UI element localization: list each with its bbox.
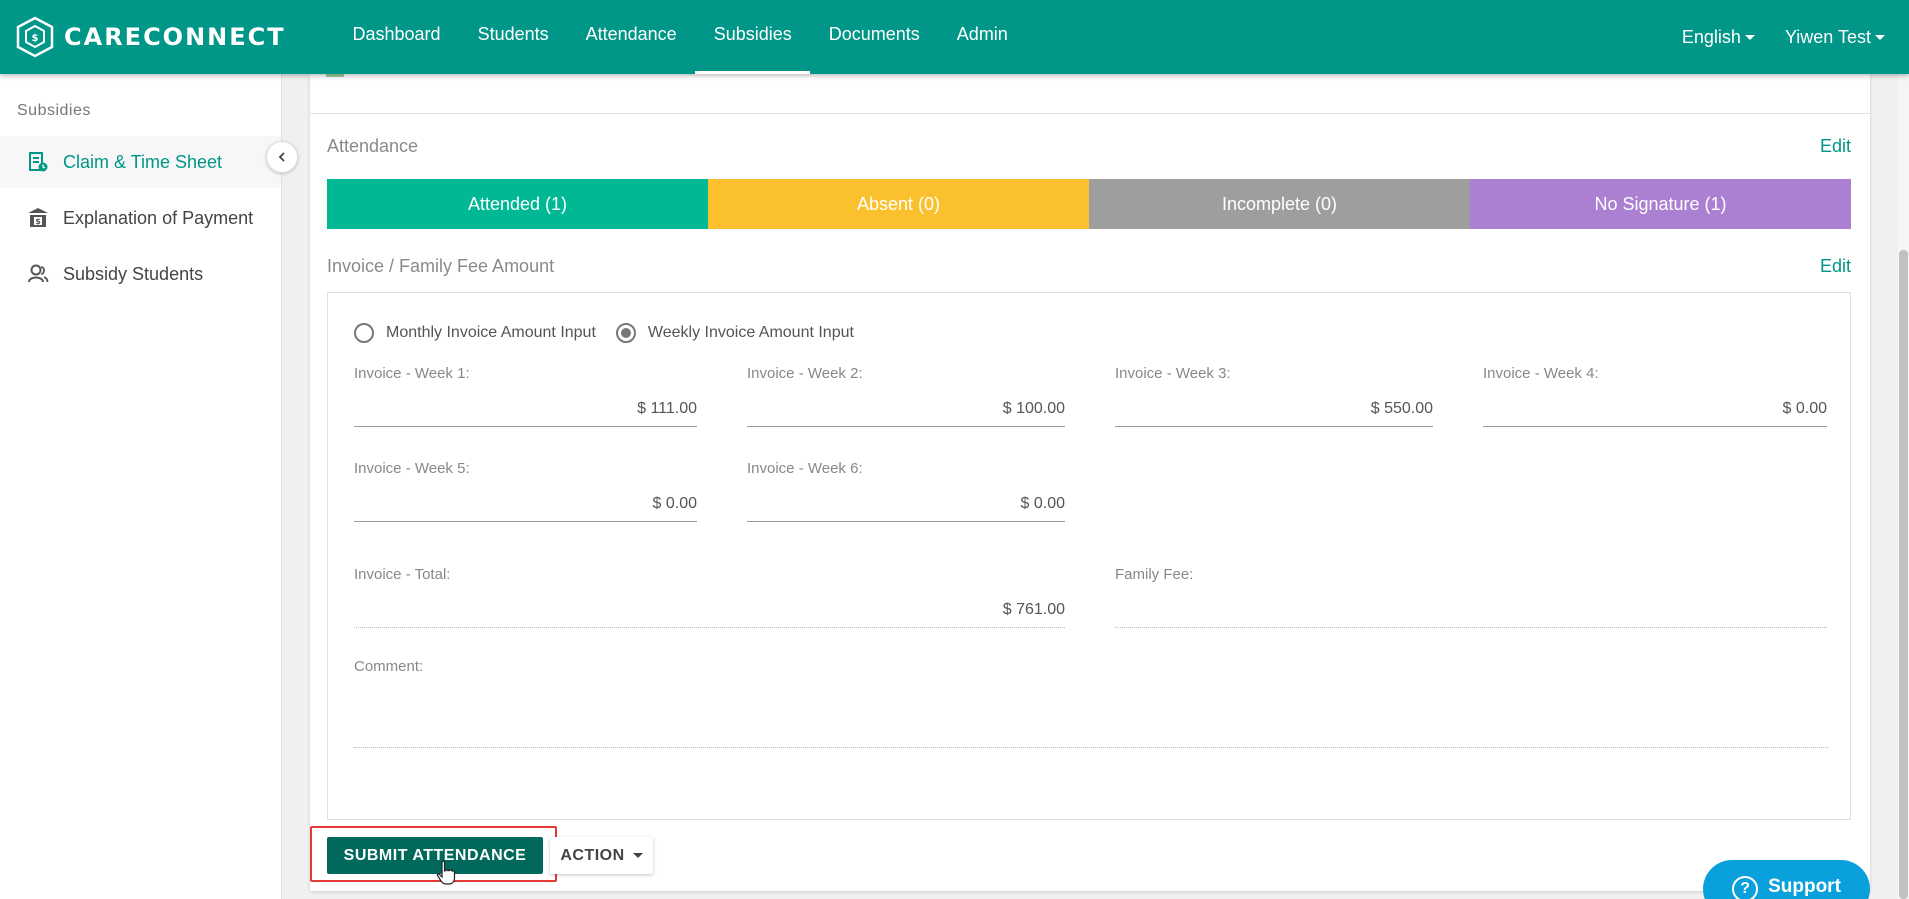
attended-segment[interactable]: Attended (1) bbox=[327, 179, 708, 229]
caret-down-icon bbox=[1875, 35, 1885, 41]
sidebar-collapse-button[interactable] bbox=[266, 141, 298, 173]
invoice-edit-link[interactable]: Edit bbox=[1820, 256, 1851, 277]
invoice-box: Monthly Invoice Amount Input Weekly Invo… bbox=[327, 292, 1851, 820]
comment-input-underline bbox=[354, 747, 1828, 748]
hand-pointer-icon bbox=[436, 860, 456, 885]
field-label: Invoice - Week 4: bbox=[1483, 365, 1599, 382]
absent-segment[interactable]: Absent (0) bbox=[708, 179, 1089, 229]
user-dropdown[interactable]: Yiwen Test bbox=[1785, 27, 1885, 48]
language-label: English bbox=[1681, 26, 1741, 47]
sidebar-item-claim-time-sheet[interactable]: Claim & Time Sheet bbox=[0, 136, 281, 188]
sidebar-item-label: Explanation of Payment bbox=[63, 207, 254, 228]
attendance-edit-link[interactable]: Edit bbox=[1820, 136, 1851, 157]
invoice-title: Invoice / Family Fee Amount bbox=[327, 256, 555, 276]
svg-text:$: $ bbox=[35, 217, 41, 226]
nav-right: English Yiwen Test bbox=[1652, 0, 1885, 74]
monthly-radio[interactable] bbox=[354, 323, 374, 343]
invoice-week-4-input[interactable]: $ 0.00 bbox=[1483, 395, 1827, 427]
weekly-radio[interactable] bbox=[615, 323, 636, 343]
field-label: Invoice - Week 5: bbox=[354, 460, 470, 477]
question-icon: ? bbox=[1732, 876, 1759, 899]
invoice-total-value: $ 761.00 bbox=[354, 596, 1065, 628]
payment-bank-icon: $ bbox=[27, 207, 49, 229]
submit-attendance-button[interactable]: SUBMIT ATTENDANCE bbox=[327, 837, 543, 874]
support-label: Support bbox=[1768, 876, 1841, 897]
field-label: Invoice - Week 3: bbox=[1115, 365, 1231, 382]
sidebar-item-label: Claim & Time Sheet bbox=[63, 151, 223, 172]
field-label: Comment: bbox=[354, 658, 424, 675]
invoice-week-3-input[interactable]: $ 550.00 bbox=[1115, 395, 1433, 427]
invoice-week-2-input[interactable]: $ 100.00 bbox=[747, 395, 1065, 427]
claim-card: Attendance Edit Attended (1) Absent (0) … bbox=[310, 74, 1870, 891]
card-top-strip bbox=[310, 74, 1870, 114]
weekly-radio-label[interactable]: Weekly Invoice Amount Input bbox=[648, 324, 854, 342]
sidebar-item-label: Subsidy Students bbox=[63, 263, 204, 284]
sidebar: Subsidies Claim & Time Sheet $ Explanati… bbox=[0, 74, 282, 899]
brand-name: CARECONNECT bbox=[64, 23, 286, 51]
sidebar-item-explanation-of-payment[interactable]: $ Explanation of Payment bbox=[0, 192, 281, 244]
invoice-week-1-input[interactable]: $ 111.00 bbox=[354, 395, 697, 427]
sidebar-heading: Subsidies bbox=[17, 102, 91, 119]
action-label: ACTION bbox=[560, 846, 625, 864]
svg-text:$: $ bbox=[32, 33, 39, 44]
action-dropdown-button[interactable]: ACTION bbox=[550, 837, 653, 874]
claim-sheet-icon bbox=[27, 151, 49, 173]
invoice-week-5-input[interactable]: $ 0.00 bbox=[354, 490, 697, 522]
nav-documents[interactable]: Documents bbox=[810, 0, 938, 74]
monthly-radio-label[interactable]: Monthly Invoice Amount Input bbox=[386, 324, 596, 342]
students-icon bbox=[27, 263, 49, 285]
sidebar-item-subsidy-students[interactable]: Subsidy Students bbox=[0, 248, 281, 300]
incomplete-segment[interactable]: Incomplete (0) bbox=[1089, 179, 1470, 229]
nav-subsidies[interactable]: Subsidies bbox=[695, 0, 811, 74]
no-signature-segment[interactable]: No Signature (1) bbox=[1470, 179, 1851, 229]
caret-down-icon bbox=[632, 853, 643, 858]
nav-attendance[interactable]: Attendance bbox=[567, 0, 695, 74]
top-navbar: $ CARECONNECT Dashboard Students Attenda… bbox=[0, 0, 1909, 74]
invoice-mode-radio-group: Monthly Invoice Amount Input Weekly Invo… bbox=[354, 323, 874, 343]
careconnect-logo-icon: $ bbox=[16, 16, 54, 58]
field-label: Invoice - Week 2: bbox=[747, 365, 863, 382]
field-label: Invoice - Week 6: bbox=[747, 460, 863, 477]
family-fee-input[interactable] bbox=[1115, 596, 1827, 628]
attendance-title: Attendance bbox=[327, 136, 419, 156]
main-nav: Dashboard Students Attendance Subsidies … bbox=[334, 0, 1026, 74]
invoice-week-6-input[interactable]: $ 0.00 bbox=[747, 490, 1065, 522]
support-button[interactable]: ? Support bbox=[1703, 860, 1870, 899]
field-label: Family Fee: bbox=[1115, 566, 1194, 583]
page-scrollbar-thumb[interactable] bbox=[1899, 250, 1908, 899]
field-label: Invoice - Week 1: bbox=[354, 365, 470, 382]
divider bbox=[326, 74, 344, 77]
nav-students[interactable]: Students bbox=[459, 0, 567, 74]
brand[interactable]: $ CARECONNECT bbox=[14, 16, 334, 58]
caret-down-icon bbox=[1744, 35, 1755, 41]
field-label: Invoice - Total: bbox=[354, 566, 451, 583]
chevron-left-icon bbox=[278, 152, 285, 162]
language-dropdown[interactable]: English bbox=[1682, 27, 1755, 48]
nav-admin[interactable]: Admin bbox=[938, 0, 1026, 74]
user-name: Yiwen Test bbox=[1784, 26, 1871, 47]
attendance-summary-bar: Attended (1) Absent (0) Incomplete (0) N… bbox=[327, 179, 1851, 229]
nav-dashboard[interactable]: Dashboard bbox=[334, 0, 459, 74]
comment-field[interactable]: Comment: bbox=[354, 658, 1828, 748]
